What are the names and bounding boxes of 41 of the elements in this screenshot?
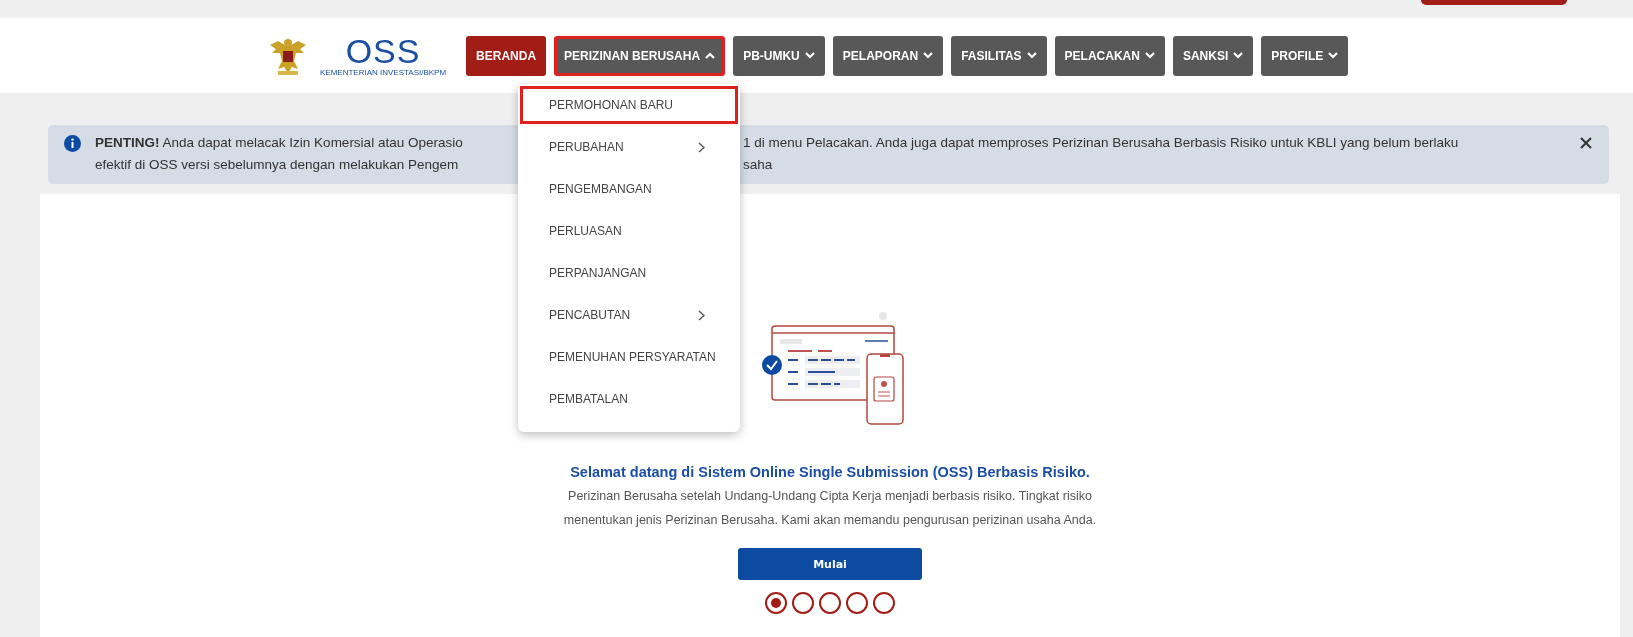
menu-item[interactable]: PENGEMBANGAN [520,170,738,208]
welcome-text: Perizinan Berusaha setelah Undang-Undang Cipta Kerja menjadi berbasis risiko. Tingkat risiko menentukan jenis Perizinan Berusaha. Kami akan memandu pengurusan perizinan usaha Anda. [562,488,1098,529]
step-dot[interactable] [819,592,841,614]
menu-item[interactable]: PENCABUTAN [520,296,738,334]
nav-button[interactable]: FASILITAS [951,35,1047,76]
chevron-down-icon [1026,52,1037,59]
chevron-down-icon [923,52,934,59]
logo-subtitle: KEMENTERIAN INVESTASI/BKPM [320,68,447,77]
alert-text: 1 di menu Pelacakan. Anda juga dapat memproses Perizinan Berusaha Berbasis Risiko untuk KBLI yang belum berlaku [743,134,1459,152]
step-dot[interactable] [792,592,814,614]
welcome-title: Selamat datang di Sistem Online Single Submission (OSS) Berbasis Risiko. [570,464,1090,480]
chevron-down-icon [1233,52,1244,59]
nav-button[interactable]: PERIZINAN BERUSAHA [554,35,726,76]
menu-item[interactable]: PERLUASAN [520,212,738,250]
start-button[interactable]: Mulai [738,548,922,580]
chevron-right-icon [698,141,705,153]
nav-button[interactable]: PB-UMKU [733,35,825,76]
step-dot[interactable] [846,592,868,614]
close-icon[interactable] [1579,136,1593,150]
menu-item[interactable]: PEMBATALAN [520,380,738,418]
nav-button[interactable]: SANKSI [1172,35,1254,76]
info-icon [64,135,81,152]
nav-button[interactable]: BERANDA [466,35,547,76]
step-dot[interactable] [765,592,787,614]
alert-text: PENTING! Anda dapat melacak Izin Komersial atau Operasio [95,134,464,152]
chevron-down-icon [1144,52,1155,59]
nav-button[interactable]: PROFILE [1261,35,1349,76]
alert-text: efektif di OSS versi sebelumnya dengan melakukan Pengem [95,156,460,174]
nav-button[interactable]: PELAPORAN [832,35,944,76]
chevron-down-icon [1328,52,1339,59]
menu-item[interactable]: PERMOHONAN BARU [520,86,738,124]
chevron-up-icon [705,52,716,59]
alert-text: saha [743,156,773,174]
step-dot[interactable] [873,592,895,614]
menu-item[interactable]: PEMENUHAN PERSYARATAN [520,338,738,376]
chevron-right-icon [698,309,705,321]
nav-button[interactable]: PELACAKAN [1054,35,1165,76]
logo-text: OSS [345,34,421,68]
menu-item[interactable]: PERPANJANGAN [520,254,738,292]
menu-item[interactable]: PERUBAHAN [520,128,738,166]
chevron-down-icon [804,52,815,59]
